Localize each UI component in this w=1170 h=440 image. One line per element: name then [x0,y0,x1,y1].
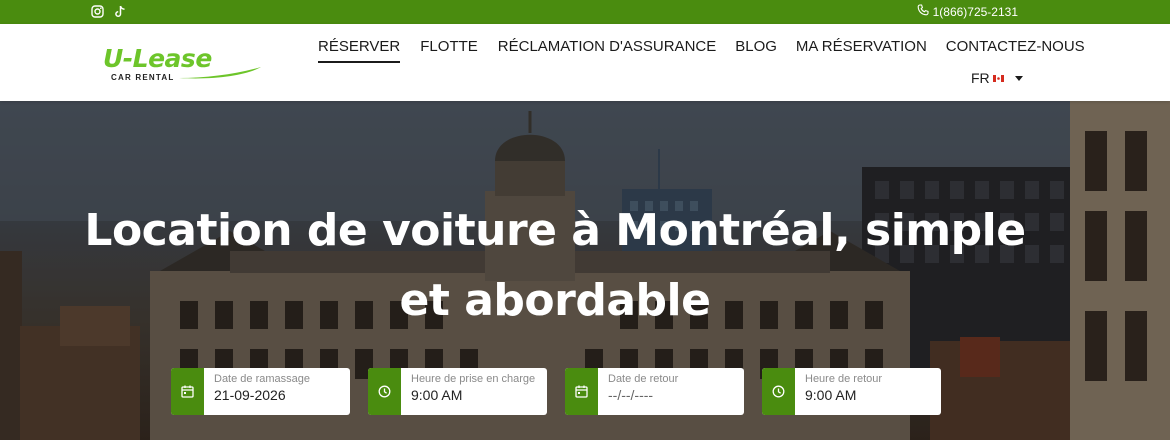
site-header: U-Lease CAR RENTAL RÉSERVER FLOTTE RÉCLA… [0,24,1170,101]
main-nav: RÉSERVER FLOTTE RÉCLAMATION D'ASSURANCE … [318,38,1085,63]
hero-section: Location de voiture à Montréal, simple e… [0,101,1170,440]
return-date-input[interactable] [608,387,738,403]
clock-icon [368,368,401,415]
return-time-label: Heure de retour [805,373,883,385]
top-bar: 1(866)725-2131 [0,0,1170,24]
pickup-time-label: Heure de prise en charge [411,373,536,385]
nav-item-flotte[interactable]: FLOTTE [420,38,478,63]
return-date-field[interactable]: Date de retour [565,368,744,415]
pickup-time-value[interactable]: 9:00 AM [411,387,541,403]
nav-item-contact[interactable]: CONTACTEZ-NOUS [946,38,1085,63]
calendar-icon [171,368,204,415]
phone-icon [917,4,929,19]
phone-number[interactable]: 1(866)725-2131 [933,5,1018,19]
language-label: FR [971,70,990,86]
return-date-label: Date de retour [608,373,679,385]
pickup-date-label: Date de ramassage [214,373,310,385]
nav-item-ma-reservation[interactable]: MA RÉSERVATION [796,38,927,63]
return-time-value[interactable]: 9:00 AM [805,387,935,403]
pickup-date-value[interactable]: 21-09-2026 [214,387,344,403]
site-logo[interactable]: U-Lease CAR RENTAL [103,44,263,86]
hero-title-line-1: Location de voiture à Montréal, simple [84,205,1026,256]
tiktok-icon[interactable] [114,5,127,18]
pickup-time-field[interactable]: Heure de prise en charge 9:00 AM [368,368,547,415]
language-selector[interactable]: FR [971,70,1023,86]
logo-tagline: CAR RENTAL [111,73,175,82]
hero-title: Location de voiture à Montréal, simple e… [0,196,1110,336]
hero-title-line-2: et abordable [399,275,711,326]
logo-swoosh-icon [179,67,261,79]
calendar-icon [565,368,598,415]
nav-item-blog[interactable]: BLOG [735,38,777,63]
nav-item-reserver[interactable]: RÉSERVER [318,38,401,63]
instagram-icon[interactable] [91,5,104,18]
canada-flag-icon [992,74,1004,82]
chevron-down-icon [1014,75,1023,81]
social-links [91,5,127,18]
return-time-field[interactable]: Heure de retour 9:00 AM [762,368,941,415]
nav-item-reclamation[interactable]: RÉCLAMATION D'ASSURANCE [498,38,716,63]
pickup-date-field[interactable]: Date de ramassage 21-09-2026 [171,368,350,415]
clock-icon [762,368,795,415]
phone-link[interactable]: 1(866)725-2131 [917,4,1018,19]
